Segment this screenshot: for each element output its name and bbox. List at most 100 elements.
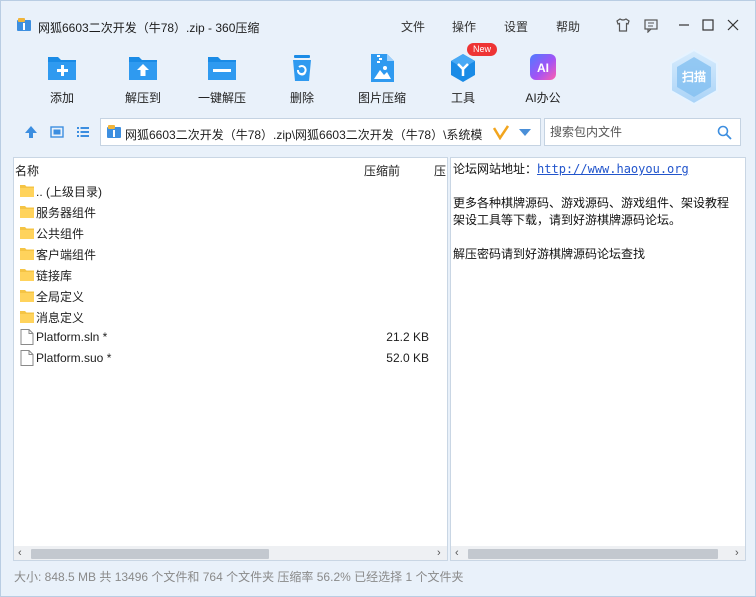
comment-hscrollbar[interactable]: ‹ ›: [451, 546, 745, 560]
address-bar[interactable]: 网狐6603二次开发（牛78）.zip\网狐6603二次开发（牛78）\系统模: [100, 118, 541, 146]
up-arrow-icon[interactable]: [24, 125, 38, 139]
file-name: 客户端组件: [36, 248, 97, 262]
address-dropdown-icon[interactable]: [519, 129, 531, 136]
image-compress-icon: [371, 54, 394, 82]
extract-to-icon: [129, 57, 157, 80]
file-row[interactable]: .. (上级目录): [14, 180, 447, 201]
menu-help[interactable]: 帮助: [556, 18, 580, 35]
search-box[interactable]: [544, 118, 741, 146]
file-size: 52.0 KB: [386, 351, 429, 365]
archive-app-icon: [17, 18, 31, 31]
app-window: 网狐6603二次开发（牛78）.zip - 360压缩 文件 操作 设置 帮助: [0, 0, 756, 597]
tshirt-icon: [616, 18, 630, 32]
scan-label: 扫描: [681, 70, 706, 84]
file-icon: [20, 350, 34, 366]
comment-forum-label: 论坛网站地址：: [453, 162, 538, 176]
one-click-extract-icon: [208, 57, 236, 80]
file-name: Platform.sln *: [36, 330, 108, 344]
delete-icon: [293, 55, 311, 81]
scroll-left-arrow[interactable]: ‹: [18, 547, 22, 559]
status-bar: 大小: 848.5 MB 共 13496 个文件和 764 个文件夹 压缩率 5…: [14, 570, 464, 584]
delete-button[interactable]: 删除: [266, 51, 338, 107]
scroll-left-arrow[interactable]: ‹: [455, 547, 459, 559]
comment-line-2: 更多各种棋牌源码、游戏源码、游戏组件、架设教程: [453, 196, 730, 210]
scroll-right-arrow[interactable]: ›: [735, 547, 739, 559]
minimize-button[interactable]: [674, 15, 694, 35]
ai-office-button[interactable]: AI AI办公: [507, 51, 579, 107]
file-row[interactable]: 全局定义: [14, 285, 447, 306]
file-row[interactable]: 链接库: [14, 264, 447, 285]
extract-to-label: 解压到: [124, 91, 161, 105]
close-button[interactable]: [723, 15, 743, 35]
folder-icon: [20, 269, 34, 281]
file-list-hscrollbar[interactable]: ‹ ›: [14, 546, 447, 560]
comment-line-3: 架设工具等下载，请到好游棋牌源码论坛。: [453, 213, 682, 227]
column-header-original-size[interactable]: 压缩前: [364, 162, 400, 179]
file-name: 全局定义: [36, 290, 85, 304]
menu-file[interactable]: 文件: [401, 18, 425, 35]
folder-icon: [20, 290, 34, 302]
tools-label: 工具: [450, 91, 475, 105]
file-row[interactable]: Platform.suo * 52.0 KB: [14, 348, 447, 369]
image-compress-label: 图片压缩: [357, 91, 406, 105]
column-header-compressed[interactable]: 压: [434, 162, 446, 179]
one-click-extract-button[interactable]: 一键解压: [186, 51, 258, 107]
file-name: 公共组件: [36, 227, 85, 241]
menu-settings[interactable]: 设置: [504, 18, 528, 35]
svg-text:AI: AI: [537, 61, 549, 75]
one-click-extract-label: 一键解压: [197, 91, 246, 105]
feedback-button[interactable]: [641, 15, 661, 35]
file-name: 链接库: [36, 269, 73, 283]
column-header-name[interactable]: 名称: [15, 162, 39, 179]
zip-archive-icon: [107, 125, 121, 138]
folder-icon: [20, 206, 34, 218]
file-row[interactable]: 消息定义: [14, 306, 447, 327]
search-input[interactable]: [545, 119, 715, 145]
list-view-icon[interactable]: [76, 125, 90, 139]
image-compress-button[interactable]: 图片压缩: [346, 51, 418, 107]
minimize-icon: [679, 24, 689, 26]
tools-icon: [451, 54, 475, 82]
search-icon[interactable]: [717, 125, 732, 140]
file-name: .. (上级目录): [36, 185, 102, 199]
add-button[interactable]: 添加: [26, 51, 98, 107]
file-name: 消息定义: [36, 311, 85, 325]
thumbnail-view-icon[interactable]: [50, 125, 64, 139]
file-row[interactable]: 公共组件: [14, 222, 447, 243]
close-icon: [727, 19, 739, 31]
skin-button[interactable]: [613, 15, 633, 35]
folder-icon: [20, 248, 34, 260]
address-path: 网狐6603二次开发（牛78）.zip\网狐6603二次开发（牛78）\系统模: [125, 128, 483, 142]
scroll-right-arrow[interactable]: ›: [437, 547, 441, 559]
tools-button[interactable]: 工具: [427, 51, 499, 107]
file-name: 服务器组件: [36, 206, 97, 220]
scroll-thumb[interactable]: [468, 549, 718, 559]
delete-label: 删除: [289, 91, 314, 105]
menu-operate[interactable]: 操作: [452, 18, 476, 35]
folder-icon: [20, 227, 34, 239]
file-row[interactable]: 客户端组件: [14, 243, 447, 264]
file-row[interactable]: Platform.sln * 21.2 KB: [14, 327, 447, 348]
scroll-thumb[interactable]: [31, 549, 269, 559]
window-title: 网狐6603二次开发（牛78）.zip - 360压缩: [38, 21, 260, 35]
add-label: 添加: [49, 91, 74, 105]
ai-office-label: AI办公: [525, 91, 561, 105]
title-bar: 网狐6603二次开发（牛78）.zip - 360压缩 文件 操作 设置 帮助: [1, 1, 755, 45]
folder-icon: [20, 311, 34, 323]
new-badge: New: [467, 43, 498, 56]
maximize-button[interactable]: [698, 15, 718, 35]
forum-link[interactable]: http://www.haoyou.org: [537, 162, 689, 176]
file-icon: [20, 329, 34, 345]
checkmark-icon: [493, 125, 509, 140]
ai-office-icon: AI: [530, 54, 556, 80]
comment-line-4: 解压密码请到好游棋牌源码论坛查找: [453, 247, 646, 261]
file-list-pane: 名称 压缩前 压 .. (上级目录) 服务器组件公共组件客户端组件链接库全局定义消…: [13, 157, 448, 561]
message-icon: [644, 19, 658, 33]
extract-to-button[interactable]: 解压到: [107, 51, 179, 107]
comment-pane: 论坛网站地址：http://www.haoyou.org 更多各种棋牌源码、游戏…: [450, 157, 746, 561]
file-row[interactable]: 服务器组件: [14, 201, 447, 222]
folder-icon: [20, 185, 34, 197]
file-size: 21.2 KB: [386, 330, 429, 344]
file-name: Platform.suo *: [36, 351, 112, 365]
add-icon: [48, 57, 76, 80]
